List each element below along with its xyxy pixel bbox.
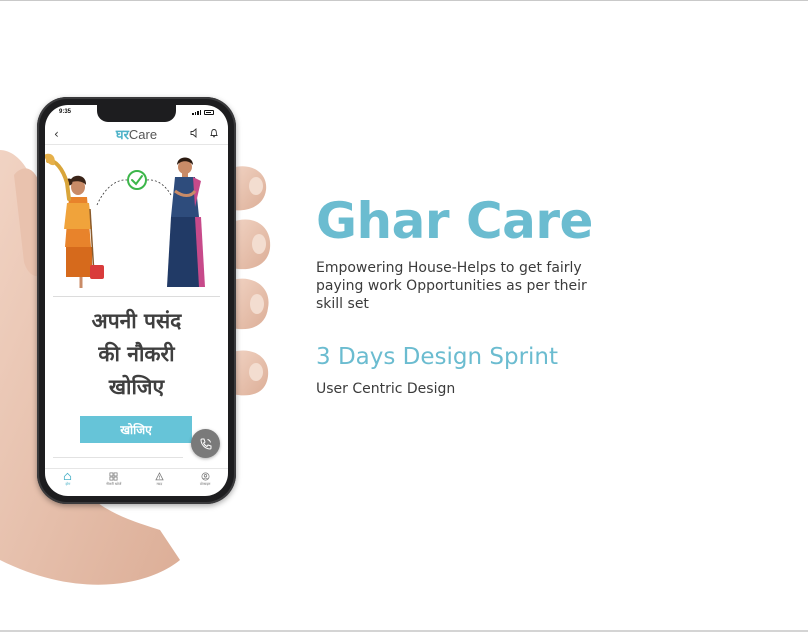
headline-line-2: की नौकरी <box>98 342 175 366</box>
phone-notch <box>97 105 176 122</box>
signal-icon <box>192 110 201 115</box>
status-time: 9:35 <box>59 109 72 115</box>
headline-line-3: खोजिए <box>108 375 165 399</box>
logo-hindi-text: घर <box>115 126 129 142</box>
phone-screen: 9:35 ‹ घरCare अपनी पसंद की नौकरी खोजिए ख… <box>45 105 228 496</box>
logo-english-text: Care <box>128 126 158 142</box>
project-title: Ghar Care <box>316 192 593 250</box>
bell-icon[interactable] <box>209 128 219 138</box>
content-separator <box>53 457 183 458</box>
project-tagline: Empowering House-Helps to get fairly pay… <box>316 260 587 312</box>
app-logo: घरCare <box>116 125 157 143</box>
nav-label-jobs: नौकरी खोजें <box>105 482 122 486</box>
nav-item-home[interactable]: होम <box>48 469 88 496</box>
headline-line-1: अपनी पसंद <box>91 309 182 333</box>
alert-icon <box>155 472 164 481</box>
search-jobs-button[interactable]: खोजिए <box>80 416 192 443</box>
app-bar: ‹ घरCare <box>45 123 228 145</box>
profile-icon <box>201 472 210 481</box>
section-divider <box>53 296 220 297</box>
house-help-figure <box>45 153 104 288</box>
subtitle: User Centric Design <box>316 381 456 397</box>
speaker-icon[interactable] <box>190 128 200 138</box>
phone-mockup: 9:35 ‹ घरCare अपनी पसंद की नौकरी खोजिए ख… <box>37 97 236 504</box>
back-arrow-icon[interactable]: ‹ <box>54 127 59 141</box>
call-button[interactable] <box>191 429 220 458</box>
battery-icon <box>204 110 214 115</box>
nav-item-profile[interactable]: प्रोफाइल <box>185 469 225 496</box>
bottom-navigation: होम नौकरी खोजें मदद प्रोफाइल <box>45 468 228 496</box>
nav-item-jobs[interactable]: नौकरी खोजें <box>94 469 134 496</box>
nav-label-profile: प्रोफाइल <box>199 482 211 486</box>
phone-call-icon <box>199 438 211 450</box>
job-search-headline: अपनी पसंद की नौकरी खोजिए <box>45 305 228 404</box>
sprint-label: 3 Days Design Sprint <box>316 344 559 370</box>
status-icons <box>192 110 214 115</box>
grid-icon <box>109 472 118 481</box>
nav-item-help[interactable]: मदद <box>139 469 179 496</box>
hero-illustration <box>45 153 205 288</box>
home-icon <box>64 472 72 481</box>
lady-figure <box>167 157 205 287</box>
nav-label-home: होम <box>65 482 71 486</box>
nav-label-help: मदद <box>156 482 163 486</box>
